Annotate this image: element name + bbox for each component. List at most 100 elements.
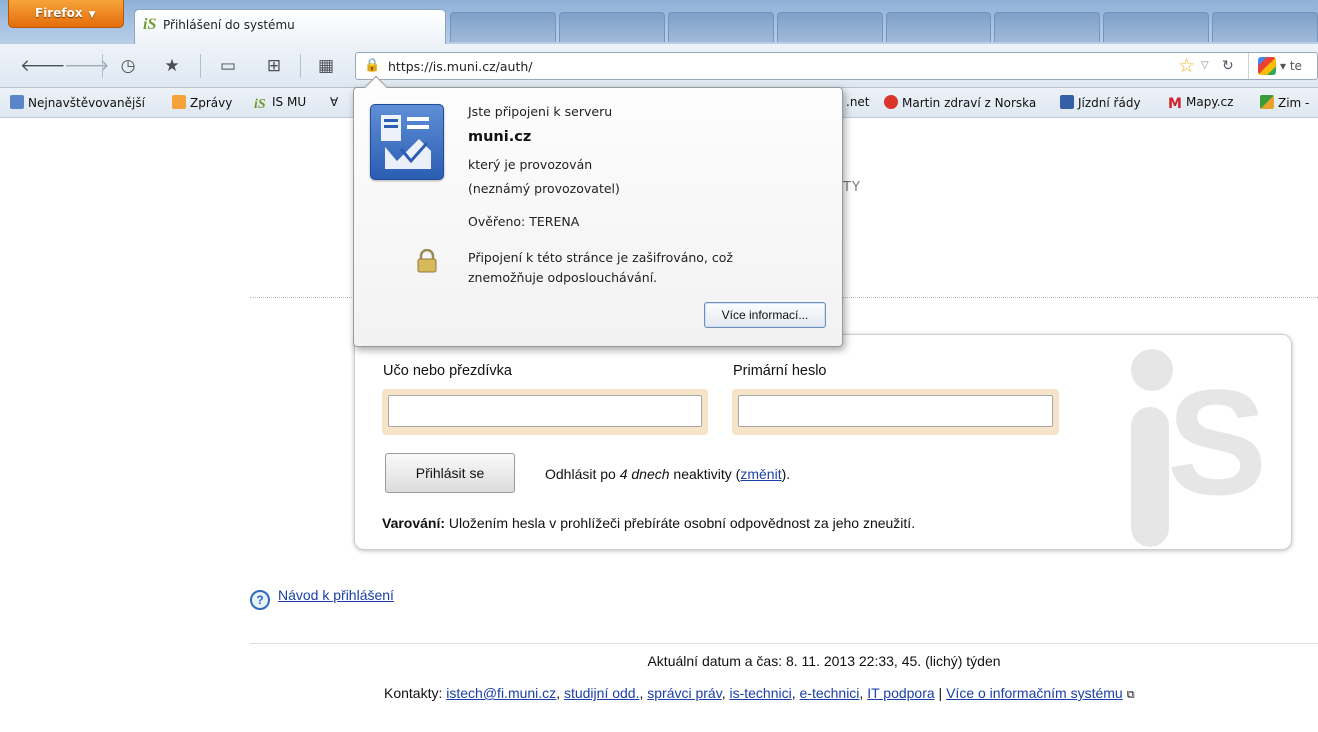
login-form: S Učo nebo přezdívka Primární heslo Přih… bbox=[354, 334, 1292, 550]
contacts-prefix: Kontakty: bbox=[384, 685, 447, 701]
back-arrow-icon[interactable]: 🡐 bbox=[20, 56, 66, 76]
change-timeout-link[interactable]: změnit bbox=[740, 466, 781, 482]
password-warning: Varování: Uložením hesla v prohlížeči př… bbox=[382, 515, 915, 531]
bookmark-item[interactable]: Jízdní řády bbox=[1060, 95, 1141, 110]
bookmark-icon bbox=[1260, 95, 1274, 109]
bookmark-item[interactable]: Nejnavštěvovanější bbox=[10, 95, 145, 110]
tab-background[interactable] bbox=[885, 12, 992, 42]
url-text[interactable]: https://is.muni.cz/auth/ bbox=[388, 59, 533, 74]
tab-background[interactable] bbox=[1103, 12, 1210, 42]
help-link-row: ? Návod k přihlášení bbox=[250, 587, 394, 610]
username-label: Učo nebo přezdívka bbox=[383, 363, 512, 379]
login-help-link[interactable]: Návod k přihlášení bbox=[278, 587, 394, 603]
bookmarks-star-icon[interactable]: ★ bbox=[162, 56, 182, 76]
toolbar-separator bbox=[102, 54, 103, 78]
more-info-button[interactable]: Více informací... bbox=[704, 302, 826, 328]
url-bar[interactable]: 🔒 https://is.muni.cz/auth/ ☆ ▽ ↻ ▾ te bbox=[355, 52, 1318, 80]
warning-label: Varování: bbox=[382, 515, 446, 531]
username-field-highlight bbox=[382, 389, 708, 435]
bookmark-label: Nejnavštěvovanější bbox=[28, 96, 145, 110]
timetable-icon bbox=[1060, 95, 1074, 109]
about-is-link[interactable]: Více o informačním systému bbox=[946, 685, 1123, 701]
lock-icon[interactable]: 🔒 bbox=[364, 58, 380, 73]
contact-link-rights-admins[interactable]: správci práv bbox=[647, 685, 721, 701]
bookmark-label: .net bbox=[846, 95, 870, 109]
logout-timeout-text: Odhlásit po 4 dnech neaktivity (změnit). bbox=[545, 466, 790, 482]
firefox-menu-button[interactable]: Firefox ▼ bbox=[8, 0, 124, 28]
firefox-menu-label: Firefox bbox=[35, 6, 83, 20]
reload-icon[interactable]: ↻ bbox=[1222, 58, 1234, 74]
username-input[interactable] bbox=[388, 395, 702, 427]
bookmark-item[interactable]: Martin zdraví z Norska bbox=[884, 95, 1036, 110]
contact-link-istech[interactable]: istech@fi.muni.cz bbox=[446, 685, 556, 701]
tab-active[interactable]: iS Přihlášení do systému bbox=[134, 9, 446, 44]
server-host: muni.cz bbox=[468, 129, 532, 145]
toolbar-separator bbox=[300, 54, 301, 78]
bookmark-item[interactable]: M Mapy.cz bbox=[1168, 95, 1233, 111]
footer-divider bbox=[250, 643, 1318, 644]
globe-icon bbox=[10, 95, 24, 109]
operated-by-text: který je provozován bbox=[468, 157, 593, 172]
logout-middle: neaktivity ( bbox=[669, 466, 741, 482]
addon-icon[interactable]: ⊞ bbox=[264, 56, 284, 76]
bookmark-item[interactable]: .net bbox=[846, 95, 870, 109]
grid-icon[interactable]: ▦ bbox=[316, 56, 336, 76]
bookmark-label: IS MU bbox=[272, 95, 307, 109]
search-query: te bbox=[1289, 59, 1302, 73]
apple-icon bbox=[884, 95, 898, 109]
logout-period: 4 dnech bbox=[619, 466, 670, 482]
bookmark-label: Zprávy bbox=[190, 96, 233, 110]
bookmark-label: Mapy.cz bbox=[1186, 95, 1234, 109]
footer-contacts: Kontakty: istech@fi.muni.cz, studijní od… bbox=[384, 685, 1135, 701]
contact-link-study-office[interactable]: studijní odd. bbox=[564, 685, 640, 701]
logout-suffix: ). bbox=[781, 466, 791, 482]
chevron-down-icon[interactable]: ▽ bbox=[1201, 60, 1209, 71]
current-datetime: Aktuální datum a čas: 8. 11. 2013 22:33,… bbox=[647, 653, 1001, 669]
history-clock-icon[interactable]: ◷ bbox=[118, 56, 138, 76]
background-tabs bbox=[450, 12, 1318, 42]
encryption-line-2: znemožňuje odposlouchávání. bbox=[468, 270, 658, 285]
google-search-icon[interactable] bbox=[1258, 57, 1276, 75]
logout-prefix: Odhlásit po bbox=[545, 466, 620, 482]
rss-icon bbox=[172, 95, 186, 109]
search-separator bbox=[1248, 53, 1249, 79]
bookmark-item[interactable]: Zprávy bbox=[172, 95, 232, 110]
bookmark-item[interactable]: iS IS MU bbox=[254, 95, 306, 112]
tab-background[interactable] bbox=[667, 12, 774, 42]
is-logo-icon: iS bbox=[254, 97, 266, 112]
owner-text: (neznámý provozovatel) bbox=[468, 181, 620, 196]
bookmark-label: Martin zdraví z Norska bbox=[902, 96, 1037, 110]
forward-arrow-icon[interactable]: 🡒 bbox=[64, 56, 110, 76]
contact-link-is-technici[interactable]: is-technici bbox=[729, 685, 791, 701]
help-question-icon[interactable]: ? bbox=[250, 590, 270, 610]
page-header-fragment: TY bbox=[843, 180, 861, 195]
padlock-icon bbox=[416, 248, 438, 273]
tab-title: Přihlášení do systému bbox=[163, 18, 295, 32]
password-label: Primární heslo bbox=[733, 363, 827, 379]
identity-verified-icon bbox=[370, 104, 444, 180]
is-logo-icon: iS bbox=[143, 16, 157, 33]
tab-background[interactable] bbox=[450, 12, 556, 42]
contact-link-e-technici[interactable]: e-technici bbox=[800, 685, 860, 701]
login-button[interactable]: Přihlásit se bbox=[385, 453, 515, 493]
contacts-separator: | bbox=[934, 685, 947, 701]
is-logo-watermark-icon: S bbox=[1109, 343, 1269, 547]
search-text[interactable]: ▾ te bbox=[1280, 59, 1302, 73]
bookmark-item[interactable]: Zim - bbox=[1260, 95, 1309, 110]
verified-by-text: Ověřeno: TERENA bbox=[468, 214, 580, 229]
tab-background[interactable] bbox=[558, 12, 665, 42]
tab-background[interactable] bbox=[994, 12, 1101, 42]
m-logo-icon: M bbox=[1168, 96, 1182, 112]
warning-text: Uložením hesla v prohlížeči přebíráte os… bbox=[445, 515, 916, 531]
tab-background[interactable] bbox=[1212, 12, 1318, 42]
password-input[interactable] bbox=[738, 395, 1053, 427]
site-identity-popup: Jste připojeni k serveru muni.cz který j… bbox=[353, 75, 843, 347]
tab-background[interactable] bbox=[776, 12, 883, 42]
contact-link-it-support[interactable]: IT podpora bbox=[867, 685, 934, 701]
external-window-icon: ⧉ bbox=[1126, 689, 1135, 701]
password-field-highlight bbox=[732, 389, 1059, 435]
encryption-line-1: Připojení k této stránce je zašifrováno,… bbox=[468, 250, 733, 265]
window-icon[interactable]: ▭ bbox=[218, 56, 238, 76]
star-icon[interactable]: ☆ bbox=[1178, 55, 1195, 77]
bookmark-icon[interactable]: ∀ bbox=[330, 95, 338, 109]
